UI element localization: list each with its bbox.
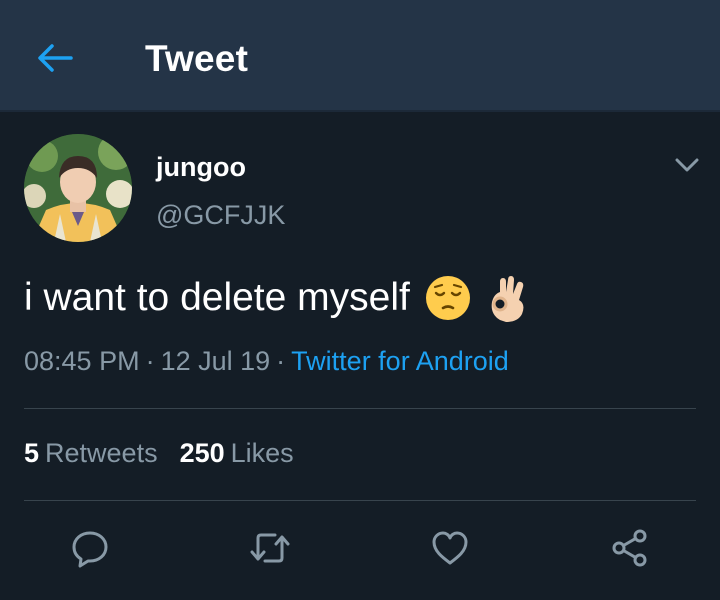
likes-label: Likes	[230, 438, 294, 468]
retweet-button[interactable]	[248, 526, 292, 570]
retweets-stat[interactable]: 5 Retweets	[24, 438, 158, 469]
share-button[interactable]	[608, 526, 652, 570]
arrow-left-icon	[38, 44, 73, 72]
likes-stat[interactable]: 250 Likes	[180, 438, 294, 469]
tweet-text: i want to delete myself	[24, 274, 530, 322]
tweet-menu-button[interactable]	[668, 150, 706, 180]
divider	[24, 500, 696, 501]
top-app-bar: Tweet	[0, 0, 720, 112]
back-button[interactable]	[30, 36, 80, 80]
tweet-time: 08:45 PM	[24, 346, 140, 376]
tweet-meta: 08:45 PM · 12 Jul 19 · Twitter for Android	[24, 346, 509, 377]
tweet-stats: 5 Retweets 250 Likes	[24, 438, 294, 469]
pensive-face-emoji	[424, 274, 472, 322]
page-title: Tweet	[145, 38, 249, 79]
ok-hand-emoji	[486, 274, 530, 322]
tweet-text-content: i want to delete myself	[24, 276, 410, 319]
reply-icon	[72, 531, 108, 568]
retweets-label: Retweets	[45, 438, 158, 468]
user-handle[interactable]: @GCFJJK	[156, 200, 285, 231]
tweet-detail-screen: Tweet jungoo @GCFJJK i want to delete my…	[0, 0, 720, 600]
likes-count: 250	[179, 438, 225, 468]
tweet-detail: jungoo @GCFJJK i want to delete myself 0…	[0, 112, 720, 600]
reply-button[interactable]	[68, 526, 112, 570]
tweet-actions	[0, 518, 720, 578]
divider	[24, 408, 696, 409]
avatar[interactable]	[24, 134, 132, 242]
share-icon	[612, 529, 647, 567]
retweet-icon	[250, 533, 290, 563]
chevron-down-icon	[675, 158, 699, 172]
meta-separator: ·	[276, 346, 286, 376]
meta-separator: ·	[145, 346, 155, 376]
display-name[interactable]: jungoo	[156, 152, 246, 183]
like-button[interactable]	[428, 526, 472, 570]
tweet-date: 12 Jul 19	[160, 346, 271, 376]
avatar-photo	[24, 134, 132, 242]
retweets-count: 5	[24, 438, 40, 468]
heart-icon	[432, 531, 468, 565]
tweet-source-link[interactable]: Twitter for Android	[291, 346, 509, 376]
